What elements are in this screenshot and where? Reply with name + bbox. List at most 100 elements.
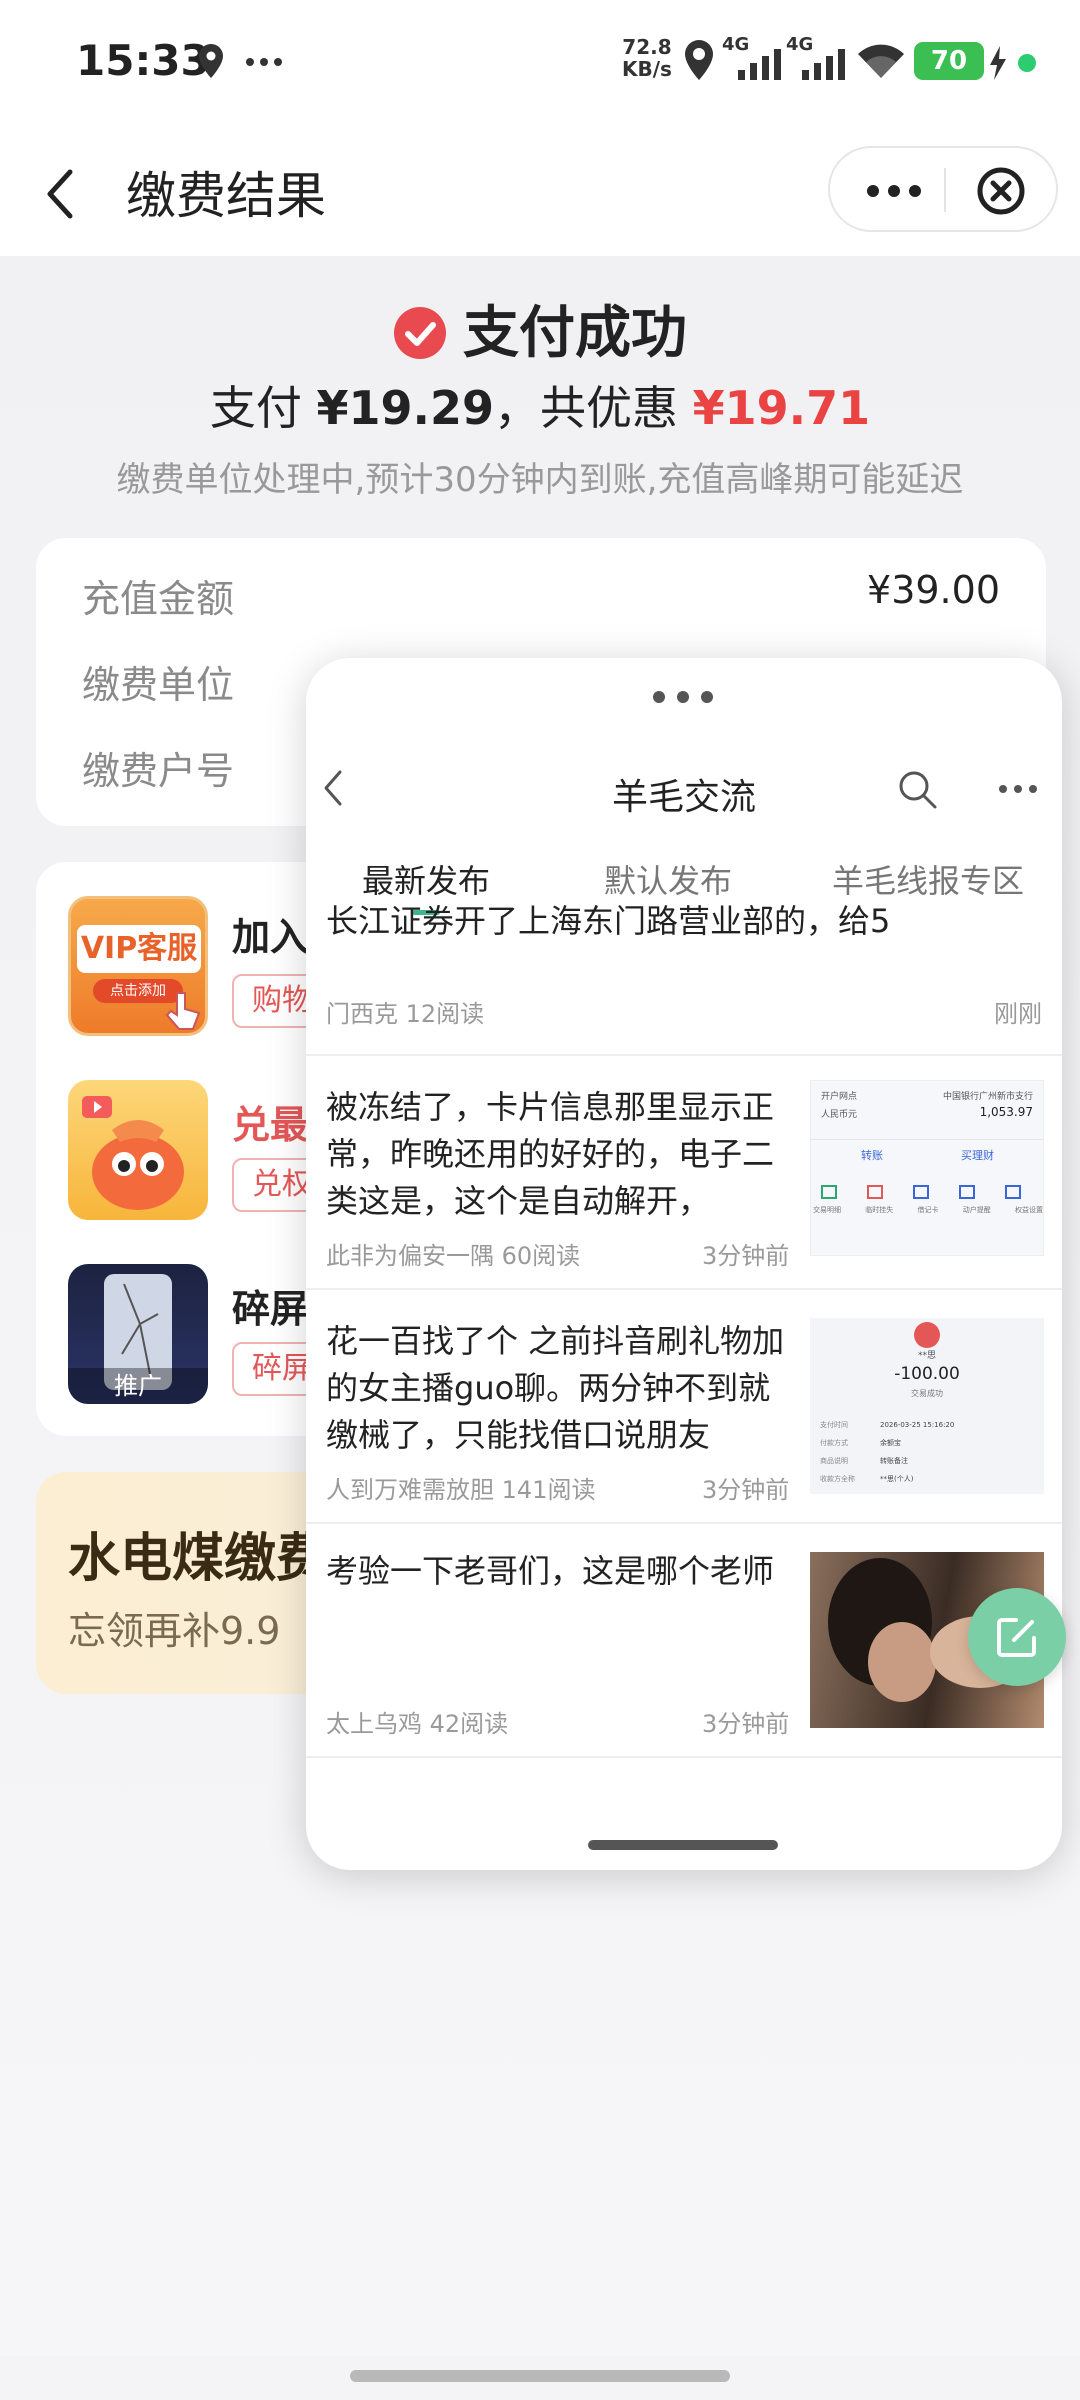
thumb-text: **思(个人) xyxy=(880,1475,914,1483)
discount-amount: ¥19.71 xyxy=(692,381,871,435)
pointer-hand-icon xyxy=(165,992,201,1030)
info-label-unit: 缴费单位 xyxy=(82,663,235,707)
tab-default[interactable]: 默认发布 xyxy=(604,856,732,902)
search-icon[interactable] xyxy=(898,770,938,810)
post-reads: 42阅读 xyxy=(429,1710,509,1738)
post-thumbnail-bank[interactable]: 开户网点 中国银行广州新市支行 人民币元 1,053.97 转账 买理财 交易明… xyxy=(810,1080,1044,1256)
post-item[interactable]: 长江证券开了上海东门路营业部的，给5 门西克 12阅读 刚刚 xyxy=(306,898,1062,1056)
thumb-text: -100.00 xyxy=(894,1364,960,1384)
more-icon[interactable] xyxy=(866,184,922,198)
location-filled-icon xyxy=(685,40,713,80)
thumb-icon xyxy=(913,1185,929,1199)
status-bar: 15:33 72.8 KB/s 4G 4G 70 xyxy=(0,0,1080,128)
utility-subtitle: 忘领再补9.9 xyxy=(68,1609,281,1653)
net-speed-unit: KB/s xyxy=(622,57,672,81)
thumb-text: 买理财 xyxy=(961,1149,994,1162)
compose-button[interactable] xyxy=(968,1588,1066,1686)
post-time: 刚刚 xyxy=(994,1000,1042,1028)
more-icon[interactable] xyxy=(998,784,1038,794)
discount-label: ，共优惠 xyxy=(494,381,678,435)
info-label-amount: 充值金额 xyxy=(82,577,235,621)
capsule-divider xyxy=(944,168,946,212)
post-reads: 12阅读 xyxy=(405,1000,485,1028)
post-text: 花一百找了个 之前抖音刷礼物加的女主播guo聊。两分钟不到就缴械了，只能找借口说… xyxy=(326,1322,785,1454)
post-thumbnail-receipt[interactable]: **思 -100.00 交易成功 支付时间 付款方式 商品说明 收款方全称 2026-… xyxy=(810,1318,1044,1494)
close-icon[interactable] xyxy=(976,166,1026,216)
promo-label: 推广 xyxy=(68,1368,208,1404)
thumb-text: 商品说明 xyxy=(820,1457,848,1465)
merchant-logo-icon xyxy=(914,1322,940,1348)
thumb-text: 转账备注 xyxy=(880,1457,908,1465)
post-text: 长江证券开了上海东门路营业部的，给5 xyxy=(326,902,891,940)
utility-title: 水电煤缴费 xyxy=(68,1529,329,1589)
thumb-text: 支付时间 xyxy=(820,1421,848,1429)
wifi-icon xyxy=(858,44,904,78)
thumb-text: 人民币元 xyxy=(821,1110,858,1120)
floating-window-header: 羊毛交流 最新发布 默认发布 羊毛线报专区 xyxy=(306,658,1062,915)
thumb-icon xyxy=(821,1185,837,1199)
post-meta: 门西克 12阅读 xyxy=(326,994,484,1029)
post-meta: 此非为偏安一隅 60阅读 xyxy=(326,1236,580,1271)
tab-deals[interactable]: 羊毛线报专区 xyxy=(832,856,1024,902)
thumb-text: 余额宝 xyxy=(880,1439,901,1447)
post-item[interactable]: 被冻结了，卡片信息那里显示正常，昨晚还用的好好的，电子二类这是，这个是自动解开，… xyxy=(306,1056,1062,1290)
post-item[interactable]: 考验一下老哥们，这是哪个老师 太上乌鸡 42阅读 3分钟前 xyxy=(306,1524,1062,1758)
window-resize-handle[interactable] xyxy=(588,1840,778,1850)
net-speed-value: 72.8 xyxy=(622,35,672,59)
post-author: 门西克 xyxy=(326,1000,398,1028)
thumb-text: 借记卡 xyxy=(917,1206,939,1214)
thumb-text: 中国银行广州新市支行 xyxy=(942,1092,1033,1102)
drag-handle-icon[interactable] xyxy=(652,690,714,704)
success-check-icon xyxy=(394,307,446,359)
thumb-icon-labels: 交易明细 临时挂失 借记卡 动户提醒 权益设置 xyxy=(813,1205,1043,1215)
lucky-bag-image[interactable] xyxy=(68,1080,208,1220)
vip-service-image[interactable]: VIP客服 点击添加 xyxy=(68,896,208,1036)
thumb-text: 交易成功 xyxy=(911,1389,943,1398)
thumb-divider xyxy=(811,1139,1043,1140)
home-indicator[interactable] xyxy=(350,2370,730,2382)
info-label-account: 缴费户号 xyxy=(82,749,235,793)
thumb-icon xyxy=(959,1185,975,1199)
thumb-receipt-labels: 支付时间付款方式商品说明收款方全称 xyxy=(820,1416,855,1488)
processing-note: 缴费单位处理中,预计30分钟内到账,充值高峰期可能延迟 xyxy=(116,460,964,500)
thumb-text: 付款方式 xyxy=(820,1439,848,1447)
post-item[interactable]: 花一百找了个 之前抖音刷礼物加的女主播guo聊。两分钟不到就缴械了，只能找借口说… xyxy=(306,1290,1062,1524)
post-text: 考验一下老哥们，这是哪个老师 xyxy=(326,1552,775,1590)
tab-latest[interactable]: 最新发布 xyxy=(362,856,490,902)
nav-bar: 缴费结果 xyxy=(0,128,1080,256)
rec-title-1[interactable]: 加入 xyxy=(232,906,308,961)
thumb-text: 转账 xyxy=(861,1149,883,1162)
thumb-text: 收款方全称 xyxy=(820,1475,855,1483)
pay-label: 支付 xyxy=(209,381,302,435)
post-reads: 141阅读 xyxy=(501,1476,596,1504)
back-icon[interactable] xyxy=(42,168,78,220)
post-author: 人到万难需放胆 xyxy=(326,1476,494,1504)
thumb-text: **思 xyxy=(917,1351,936,1361)
post-text: 被冻结了，卡片信息那里显示正常，昨晚还用的好好的，电子二类这是，这个是自动解开， xyxy=(326,1088,775,1220)
success-text: 支付成功 xyxy=(463,301,687,366)
signal-icon-2 xyxy=(802,49,845,80)
thumb-text: 1,053.97 xyxy=(979,1105,1033,1119)
thumb-text: 动户提醒 xyxy=(962,1206,991,1214)
post-meta: 人到万难需放胆 141阅读 xyxy=(326,1470,595,1505)
post-time: 3分钟前 xyxy=(702,1476,790,1504)
signal-icon xyxy=(738,49,781,80)
battery-indicator: 70 xyxy=(914,42,984,80)
rec-title-3[interactable]: 碎屏 xyxy=(232,1278,308,1333)
forum-title: 羊毛交流 xyxy=(611,777,756,818)
thumb-text: 权益设置 xyxy=(1015,1206,1043,1214)
more-status-icon xyxy=(246,58,282,66)
active-dot xyxy=(1018,54,1036,72)
thumb-icon xyxy=(867,1185,883,1199)
payment-success-title: 支付成功 xyxy=(0,288,1080,369)
pay-amount: ¥19.29 xyxy=(316,381,494,435)
broken-screen-image[interactable]: 推广 xyxy=(68,1264,208,1404)
status-time: 15:33 xyxy=(76,36,210,85)
thumb-text: 交易明细 xyxy=(813,1206,841,1214)
post-author: 太上乌鸡 xyxy=(326,1710,422,1738)
lucky-bag-icon xyxy=(82,1096,184,1210)
rec-title-2[interactable]: 兑最 xyxy=(232,1094,308,1149)
charging-icon xyxy=(990,46,1006,80)
thumb-receipt-values: 2026-03-25 15:16:20 余额宝 转账备注 **思(个人) xyxy=(880,1416,954,1488)
edit-icon xyxy=(997,1618,1036,1657)
